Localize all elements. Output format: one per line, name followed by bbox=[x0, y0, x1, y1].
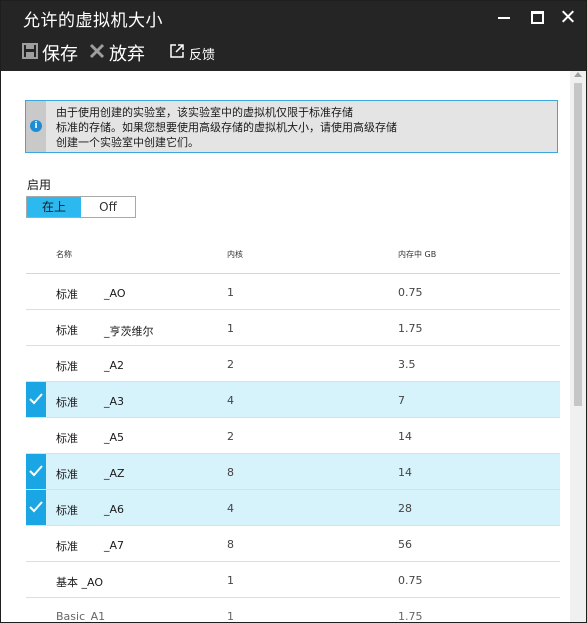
cell-cores: 1 bbox=[227, 574, 234, 587]
table-row[interactable]: 标准 _A7 8 56 bbox=[26, 526, 560, 562]
content-panel: i 由于使用创建的实验室，该实验室中的虚拟机仅限于标准存储 标准的存储。如果您想… bbox=[1, 71, 586, 622]
scroll-thumb[interactable] bbox=[574, 83, 582, 406]
discard-icon bbox=[89, 43, 105, 63]
cell-cores: 8 bbox=[227, 466, 234, 479]
cell-cores: 2 bbox=[227, 430, 234, 443]
cell-cores: 4 bbox=[227, 502, 234, 515]
table-row[interactable]: 标准 _A5 2 14 bbox=[26, 418, 560, 454]
scroll-up-icon[interactable] bbox=[574, 72, 582, 77]
cell-memory: 3.5 bbox=[398, 358, 416, 371]
cell-name-suffix: _AZ bbox=[104, 467, 125, 480]
enable-label: 启用 bbox=[27, 178, 52, 192]
cell-name-suffix: _A3 bbox=[104, 395, 125, 408]
cell-memory: 1.75 bbox=[398, 322, 423, 335]
info-icon: i bbox=[30, 120, 42, 132]
discard-button[interactable]: 放弃 bbox=[89, 42, 145, 65]
cell-name-suffix: _A2 bbox=[104, 359, 125, 372]
cell-name: 标准 bbox=[56, 288, 78, 301]
header-name[interactable]: 名称 bbox=[56, 249, 72, 260]
window: 允许的虚拟机大小 保存 放弃 反馈 i 由于使用创建的实验室，该实验室中的虚拟机… bbox=[1, 1, 586, 622]
cell-memory: 1.75 bbox=[398, 610, 423, 622]
save-button[interactable]: 保存 bbox=[22, 42, 78, 65]
table-row[interactable]: 标准 _亨茨维尔 1 1.75 bbox=[26, 310, 560, 346]
title-bar: 允许的虚拟机大小 bbox=[1, 1, 586, 33]
cell-name: 标准 bbox=[56, 432, 78, 445]
cell-cores: 2 bbox=[227, 358, 234, 371]
table-row[interactable]: 标准 _A2 2 3.5 bbox=[26, 346, 560, 382]
table-row[interactable]: 标准 _A3 4 7 bbox=[26, 382, 560, 418]
table-row[interactable]: 基本 _AO 1 0.75 bbox=[26, 562, 560, 598]
save-icon bbox=[22, 43, 38, 63]
cell-name: 标准 bbox=[56, 324, 78, 337]
minimize-icon[interactable] bbox=[495, 8, 513, 26]
cell-memory: 28 bbox=[398, 502, 412, 515]
cell-name: Basic_A1 bbox=[56, 610, 106, 622]
toolbar: 保存 放弃 反馈 bbox=[1, 33, 586, 71]
cell-memory: 0.75 bbox=[398, 286, 423, 299]
checkmark-icon[interactable] bbox=[26, 382, 46, 417]
cell-name-suffix: _A6 bbox=[104, 503, 125, 516]
cell-cores: 8 bbox=[227, 538, 234, 551]
cell-name: 标准 bbox=[56, 468, 78, 481]
scrollbar[interactable] bbox=[570, 71, 586, 622]
info-line: 由于使用创建的实验室，该实验室中的虚拟机仅限于标准存储 bbox=[56, 106, 353, 119]
info-line: 创建一个实验室中创建它们。 bbox=[56, 136, 199, 149]
info-banner: i 由于使用创建的实验室，该实验室中的虚拟机仅限于标准存储 标准的存储。如果您想… bbox=[25, 100, 558, 153]
table-row[interactable]: 标准 _A6 4 28 bbox=[26, 490, 560, 526]
toggle-on-option[interactable]: 在上 bbox=[27, 197, 81, 217]
cell-memory: 56 bbox=[398, 538, 412, 551]
cell-name: 标准 bbox=[56, 540, 78, 553]
cell-name: 基本 _AO bbox=[56, 576, 103, 589]
enable-toggle: 在上 Off bbox=[26, 196, 136, 218]
cell-cores: 1 bbox=[227, 286, 234, 299]
save-label: 保存 bbox=[42, 44, 78, 65]
cell-cores: 1 bbox=[227, 610, 234, 622]
cell-memory: 7 bbox=[398, 394, 405, 407]
header-cores[interactable]: 内核 bbox=[227, 249, 243, 260]
checkmark-icon[interactable] bbox=[26, 490, 46, 525]
cell-cores: 1 bbox=[227, 322, 234, 335]
cell-name: 标准 bbox=[56, 504, 78, 517]
feedback-label: 反馈 bbox=[189, 47, 216, 63]
info-strip: i bbox=[26, 101, 46, 152]
cell-name: 标准 bbox=[56, 396, 78, 409]
cell-memory: 0.75 bbox=[398, 574, 423, 587]
cell-name-suffix: _AO bbox=[104, 287, 126, 300]
close-icon[interactable] bbox=[559, 8, 577, 26]
window-title: 允许的虚拟机大小 bbox=[23, 11, 163, 31]
toggle-off-option[interactable]: Off bbox=[81, 197, 135, 217]
discard-label: 放弃 bbox=[109, 44, 145, 65]
feedback-icon bbox=[169, 43, 185, 63]
checkmark-icon[interactable] bbox=[26, 454, 46, 489]
cell-memory: 14 bbox=[398, 466, 412, 479]
header-memory[interactable]: 内存中 GB bbox=[398, 249, 436, 260]
cell-name: 标准 bbox=[56, 360, 78, 373]
info-text: 由于使用创建的实验室，该实验室中的虚拟机仅限于标准存储 标准的存储。如果您想要使… bbox=[56, 105, 397, 150]
cell-name-suffix: _A7 bbox=[104, 539, 125, 552]
cell-memory: 14 bbox=[398, 430, 412, 443]
cell-cores: 4 bbox=[227, 394, 234, 407]
table-row[interactable]: Basic_A1 1 1.75 bbox=[26, 598, 560, 622]
cell-name-suffix: _A5 bbox=[104, 431, 125, 444]
info-line: 标准的存储。如果您想要使用高级存储的虚拟机大小，请使用高级存储 bbox=[56, 121, 397, 134]
cell-name-suffix: _亨茨维尔 bbox=[104, 325, 154, 338]
table-row[interactable]: 标准 _AZ 8 14 bbox=[26, 454, 560, 490]
feedback-button[interactable]: 反馈 bbox=[169, 42, 215, 64]
table-row[interactable]: 标准 _AO 1 0.75 bbox=[26, 274, 560, 310]
maximize-icon[interactable] bbox=[528, 8, 546, 26]
